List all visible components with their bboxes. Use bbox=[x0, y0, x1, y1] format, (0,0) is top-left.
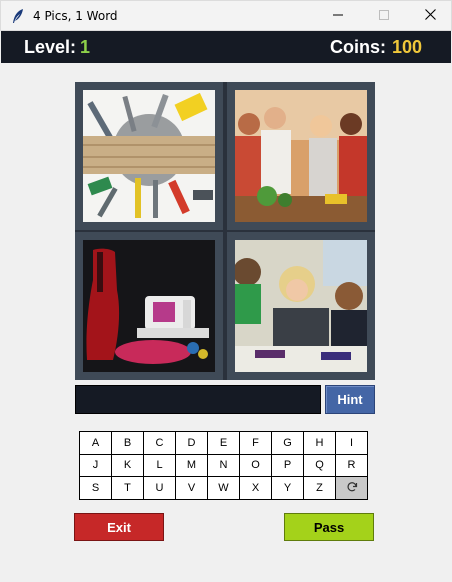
picture-classroom bbox=[227, 232, 375, 380]
window-title: 4 Pics, 1 Word bbox=[33, 8, 118, 23]
letter-key[interactable]: S bbox=[80, 477, 112, 500]
letter-key[interactable]: J bbox=[80, 454, 112, 478]
pass-button[interactable]: Pass bbox=[284, 513, 374, 541]
close-button[interactable] bbox=[407, 1, 452, 31]
picture-tools bbox=[75, 82, 223, 230]
title-bar: 4 Pics, 1 Word bbox=[0, 0, 452, 31]
letter-key[interactable]: N bbox=[208, 454, 240, 478]
letter-key[interactable]: L bbox=[144, 454, 176, 478]
level-label: Level: bbox=[24, 37, 77, 57]
letter-key[interactable]: Z bbox=[304, 477, 336, 500]
close-icon bbox=[424, 7, 436, 25]
letter-key[interactable]: K bbox=[112, 454, 144, 478]
minimize-button[interactable] bbox=[315, 1, 361, 31]
cooking-image bbox=[235, 90, 367, 222]
picture-sewing bbox=[75, 232, 223, 380]
letter-key[interactable]: W bbox=[208, 477, 240, 500]
letter-key[interactable]: U bbox=[144, 477, 176, 500]
letter-key[interactable]: Q bbox=[304, 454, 336, 478]
hint-button[interactable]: Hint bbox=[325, 385, 375, 414]
exit-button[interactable]: Exit bbox=[74, 513, 164, 541]
letter-key[interactable]: P bbox=[272, 454, 304, 478]
letter-key[interactable]: A bbox=[80, 432, 112, 455]
coins-label: Coins: bbox=[329, 37, 386, 57]
level-display: Level: 1 bbox=[24, 37, 90, 58]
letter-key[interactable]: F bbox=[240, 432, 272, 455]
letter-key[interactable]: H bbox=[304, 432, 336, 455]
level-value: 1 bbox=[80, 37, 91, 57]
sewing-image bbox=[83, 240, 215, 372]
letter-key[interactable]: C bbox=[144, 432, 176, 455]
tools-image bbox=[83, 90, 215, 222]
letter-key[interactable]: Y bbox=[272, 477, 304, 500]
letter-key[interactable]: T bbox=[112, 477, 144, 500]
letter-key[interactable]: E bbox=[208, 432, 240, 455]
letter-key[interactable]: I bbox=[336, 432, 368, 455]
picture-grid bbox=[75, 82, 375, 380]
letter-key[interactable]: M bbox=[176, 454, 208, 478]
letter-key[interactable]: B bbox=[112, 432, 144, 455]
answer-field[interactable] bbox=[75, 385, 321, 414]
letter-key[interactable]: R bbox=[336, 454, 368, 478]
minimize-icon bbox=[333, 7, 343, 25]
letter-key[interactable]: V bbox=[176, 477, 208, 500]
classroom-image bbox=[235, 240, 367, 372]
refresh-icon bbox=[346, 481, 358, 496]
letter-key[interactable]: G bbox=[272, 432, 304, 455]
maximize-button[interactable] bbox=[361, 1, 407, 31]
picture-cooking bbox=[227, 82, 375, 230]
maximize-icon bbox=[379, 7, 389, 25]
status-header: Level: 1 Coins: 100 bbox=[1, 31, 451, 63]
letter-key[interactable]: X bbox=[240, 477, 272, 500]
letter-keyboard: A B C D E F G H I J K L M N O P Q R S T … bbox=[79, 431, 368, 500]
feather-icon bbox=[10, 8, 26, 24]
letter-key[interactable]: D bbox=[176, 432, 208, 455]
refresh-button[interactable] bbox=[336, 477, 368, 500]
coins-value: 100 bbox=[391, 37, 422, 57]
coins-display: Coins: 100 bbox=[330, 37, 422, 58]
letter-key[interactable]: O bbox=[240, 454, 272, 478]
